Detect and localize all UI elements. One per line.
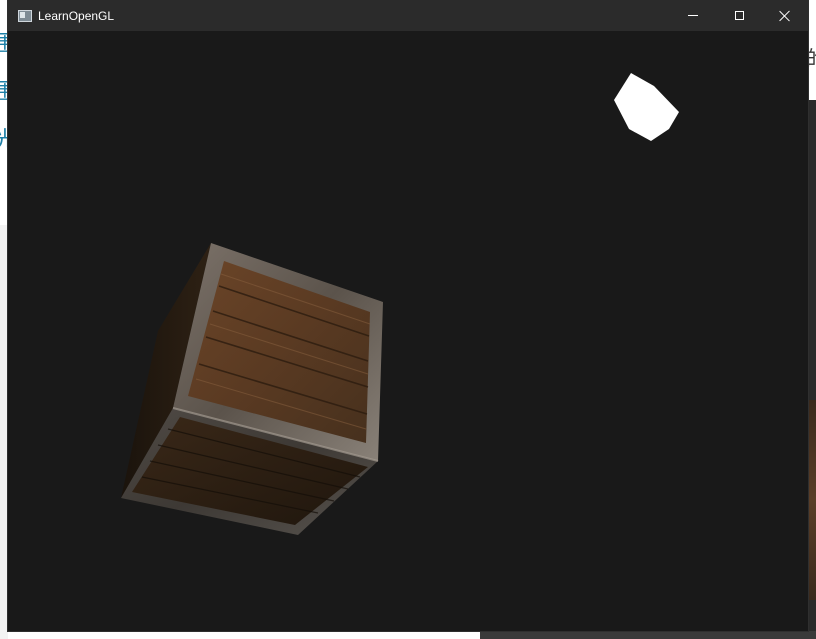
maximize-icon: [734, 11, 744, 20]
title-bar[interactable]: LearnOpenGL: [8, 0, 808, 31]
close-icon: [779, 10, 791, 22]
minimize-button[interactable]: [670, 0, 716, 31]
background-window-right-image: [808, 400, 816, 600]
render-scene: [121, 73, 679, 535]
app-window-icon[interactable]: [18, 10, 32, 22]
maximize-button[interactable]: [716, 0, 762, 31]
window-title: LearnOpenGL: [38, 9, 115, 23]
opengl-viewport[interactable]: [8, 31, 808, 631]
minimize-icon: [688, 15, 698, 16]
close-button[interactable]: [762, 0, 808, 31]
background-window-bottom-dark: [480, 631, 816, 639]
light-cube: [614, 73, 679, 141]
app-window: LearnOpenGL: [8, 0, 808, 631]
